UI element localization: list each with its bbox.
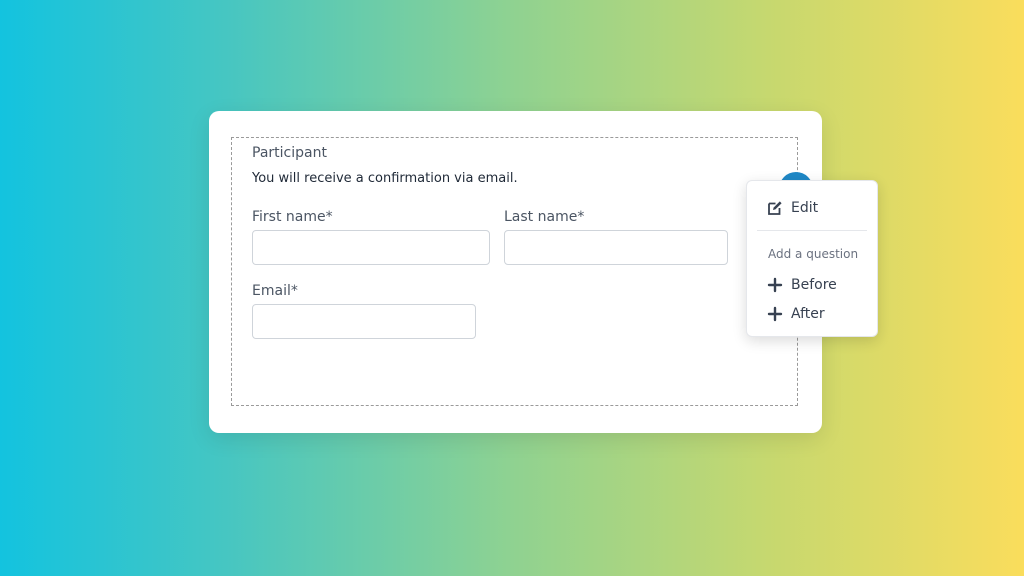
menu-divider [757, 230, 867, 231]
question-options-menu: Edit Add a question Before After [746, 180, 878, 337]
question-section[interactable]: Participant You will receive a confirmat… [231, 137, 813, 406]
email-input[interactable] [252, 304, 476, 339]
section-description: You will receive a confirmation via emai… [252, 171, 518, 186]
plus-icon [767, 277, 783, 293]
menu-item-edit[interactable]: Edit [767, 200, 818, 216]
email-label: Email* [252, 283, 298, 299]
last-name-input[interactable] [504, 230, 728, 265]
first-name-input[interactable] [252, 230, 490, 265]
last-name-label: Last name* [504, 209, 585, 225]
menu-item-before-label: Before [791, 277, 837, 293]
menu-item-after-label: After [791, 306, 825, 322]
first-name-label: First name* [252, 209, 333, 225]
plus-icon [767, 306, 783, 322]
edit-icon [768, 201, 782, 215]
menu-item-add-before[interactable]: Before [767, 277, 837, 293]
add-question-heading: Add a question [768, 247, 859, 261]
menu-item-add-after[interactable]: After [767, 306, 825, 322]
form-card: Participant You will receive a confirmat… [209, 111, 822, 433]
menu-item-edit-label: Edit [791, 200, 819, 216]
section-title: Participant [252, 145, 327, 161]
